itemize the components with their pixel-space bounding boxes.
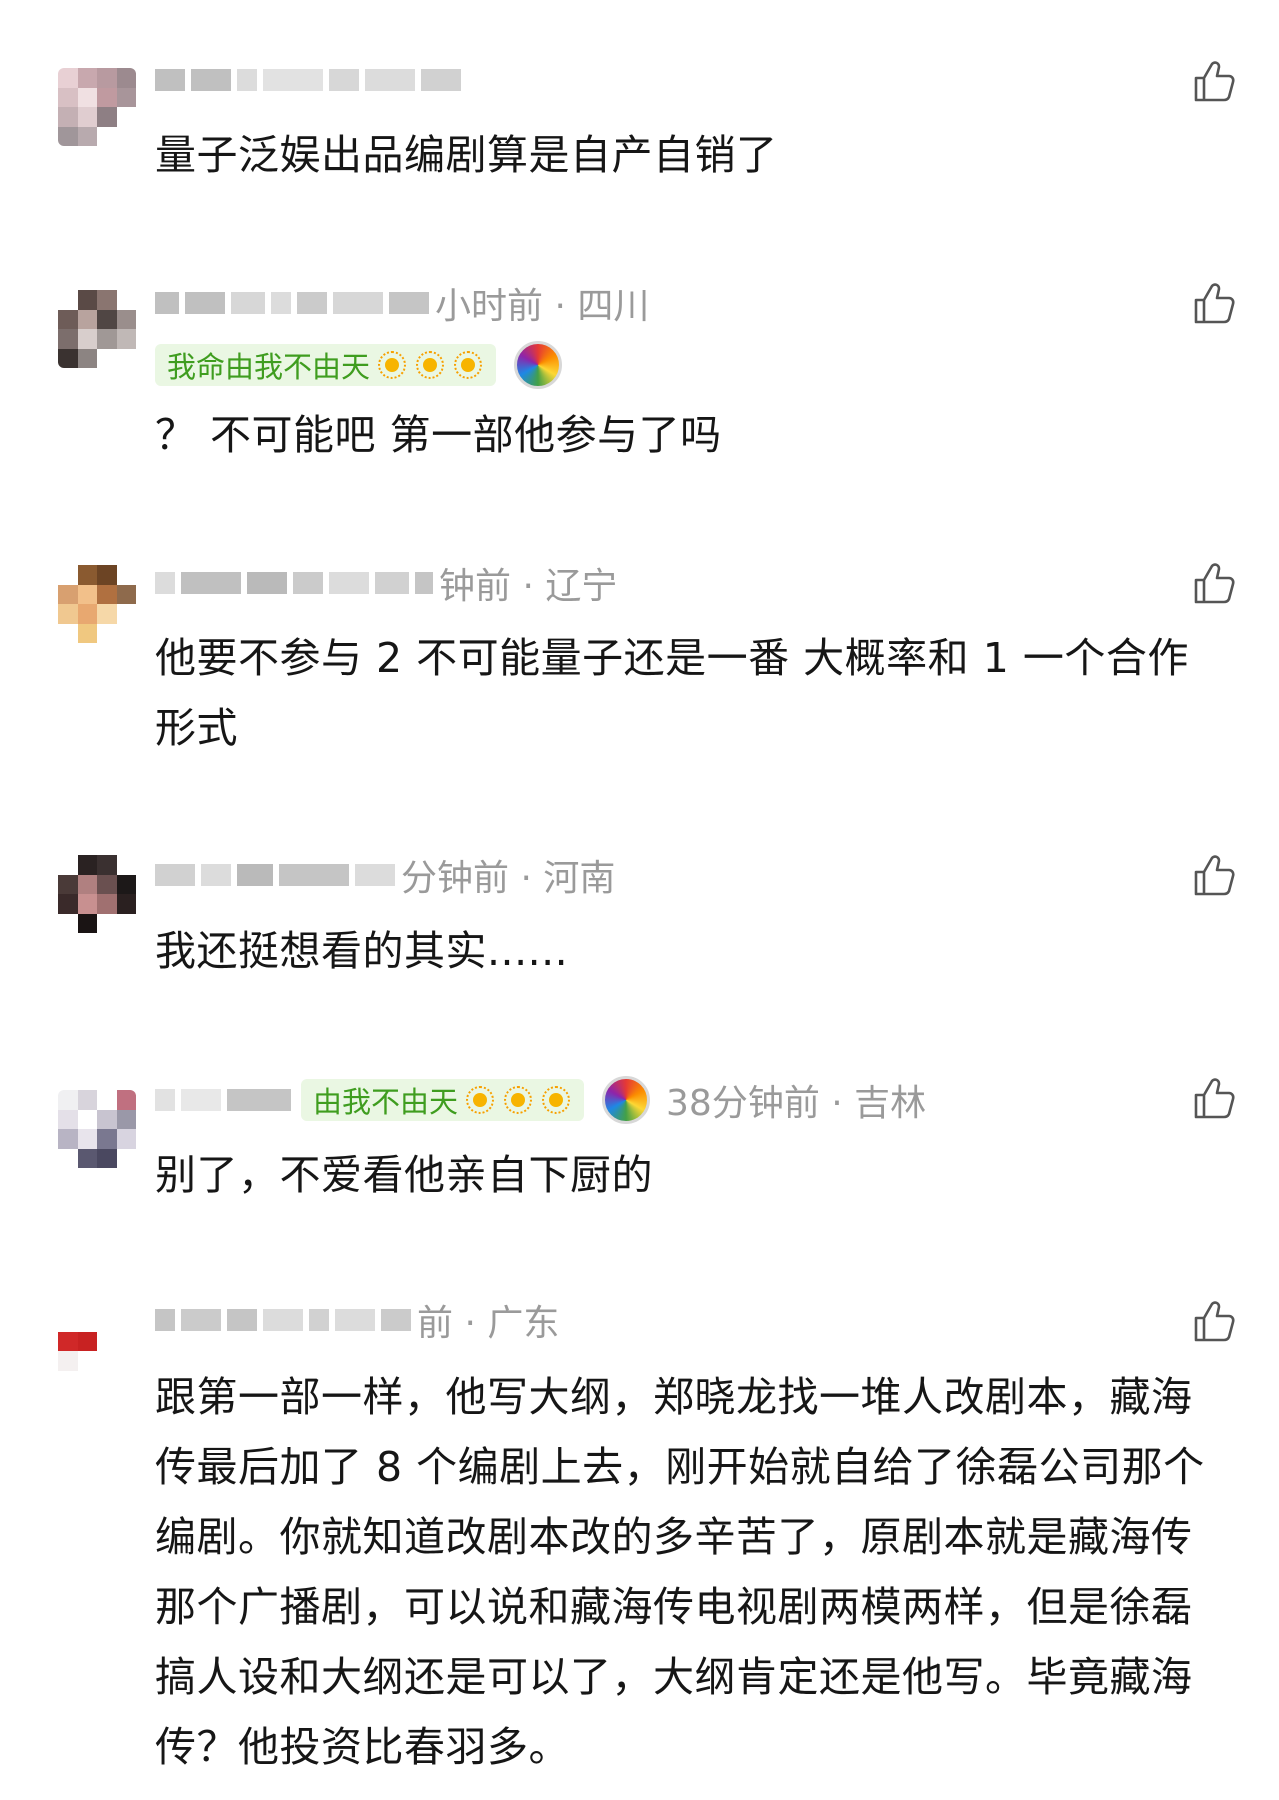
comment-text: ？ 不可能吧 第一部他参与了吗 — [155, 411, 722, 459]
comment-time-location: 钟前 · 辽宁 — [439, 566, 618, 607]
username-blurred[interactable] — [155, 1309, 411, 1331]
like-button[interactable] — [1190, 852, 1238, 900]
like-button[interactable] — [1190, 1075, 1238, 1123]
avatar[interactable] — [58, 1090, 136, 1168]
username-blurred[interactable] — [155, 864, 395, 886]
comment-text: 量子泛娱出品编剧算是自产自销了 — [155, 131, 778, 179]
avatar[interactable] — [58, 290, 136, 368]
comment-time-location: 小时前 · 四川 — [435, 286, 650, 327]
comment-text: 别了，不爱看他亲自下厨的 — [155, 1151, 653, 1199]
thumbs-up-icon — [1194, 1301, 1235, 1342]
comment-meta: 分钟前 · 河南 — [155, 855, 615, 899]
comment-text: 我还挺想看的其实...... — [155, 927, 569, 975]
comment-meta: 前 · 广东 — [155, 1300, 559, 1344]
username-blurred[interactable] — [155, 572, 433, 594]
sun-icon — [414, 349, 446, 381]
comment-meta — [155, 60, 467, 100]
comment-time-location: 前 · 广东 — [417, 1303, 560, 1344]
sun-icon — [452, 349, 484, 381]
sun-icon — [376, 349, 408, 381]
avatar[interactable] — [58, 855, 136, 933]
avatar[interactable] — [58, 68, 136, 146]
like-button[interactable] — [1190, 1298, 1238, 1346]
username-blurred[interactable] — [155, 69, 461, 91]
thumbs-up-icon — [1194, 855, 1235, 896]
like-button[interactable] — [1190, 58, 1238, 106]
fan-badge[interactable]: 由我不由天 — [301, 1079, 585, 1121]
fan-badge[interactable]: 我命由我不由天 — [155, 344, 497, 386]
avatar[interactable] — [58, 1312, 136, 1390]
thumbs-up-icon — [1194, 1078, 1235, 1119]
comment-time-location: 38分钟前 · 吉林 — [666, 1083, 927, 1124]
comment-text: 跟第一部一样，他写大纲，郑晓龙找一堆人改剧本，藏海传最后加了 8 个编剧上去，刚… — [155, 1373, 1205, 1771]
sun-icon — [502, 1084, 534, 1116]
comment-time-location: 分钟前 · 河南 — [401, 858, 616, 899]
thumbs-up-icon — [1194, 61, 1235, 102]
fan-badge-label: 我命由我不由天 — [167, 350, 371, 384]
username-blurred[interactable] — [155, 292, 429, 314]
comment-meta: 小时前 · 四川 — [155, 283, 649, 327]
medal-icon[interactable] — [602, 1076, 651, 1124]
thumbs-up-icon — [1194, 563, 1235, 604]
comment-meta: 由我不由天 38分钟前 · 吉林 — [155, 1076, 926, 1124]
fan-badge-label: 由我不由天 — [313, 1085, 459, 1119]
sun-icon — [540, 1084, 572, 1116]
username-blurred[interactable] — [155, 1089, 291, 1111]
like-button[interactable] — [1190, 560, 1238, 608]
badge-row: 我命由我不由天 — [155, 340, 563, 390]
comment-text: 他要不参与 2 不可能量子还是一番 大概率和 1 一个合作形式 — [155, 634, 1189, 752]
like-button[interactable] — [1190, 280, 1238, 328]
comment-meta: 钟前 · 辽宁 — [155, 563, 617, 607]
thumbs-up-icon — [1194, 283, 1235, 324]
medal-icon[interactable] — [514, 341, 563, 389]
avatar[interactable] — [58, 565, 136, 643]
sun-icon — [464, 1084, 496, 1116]
